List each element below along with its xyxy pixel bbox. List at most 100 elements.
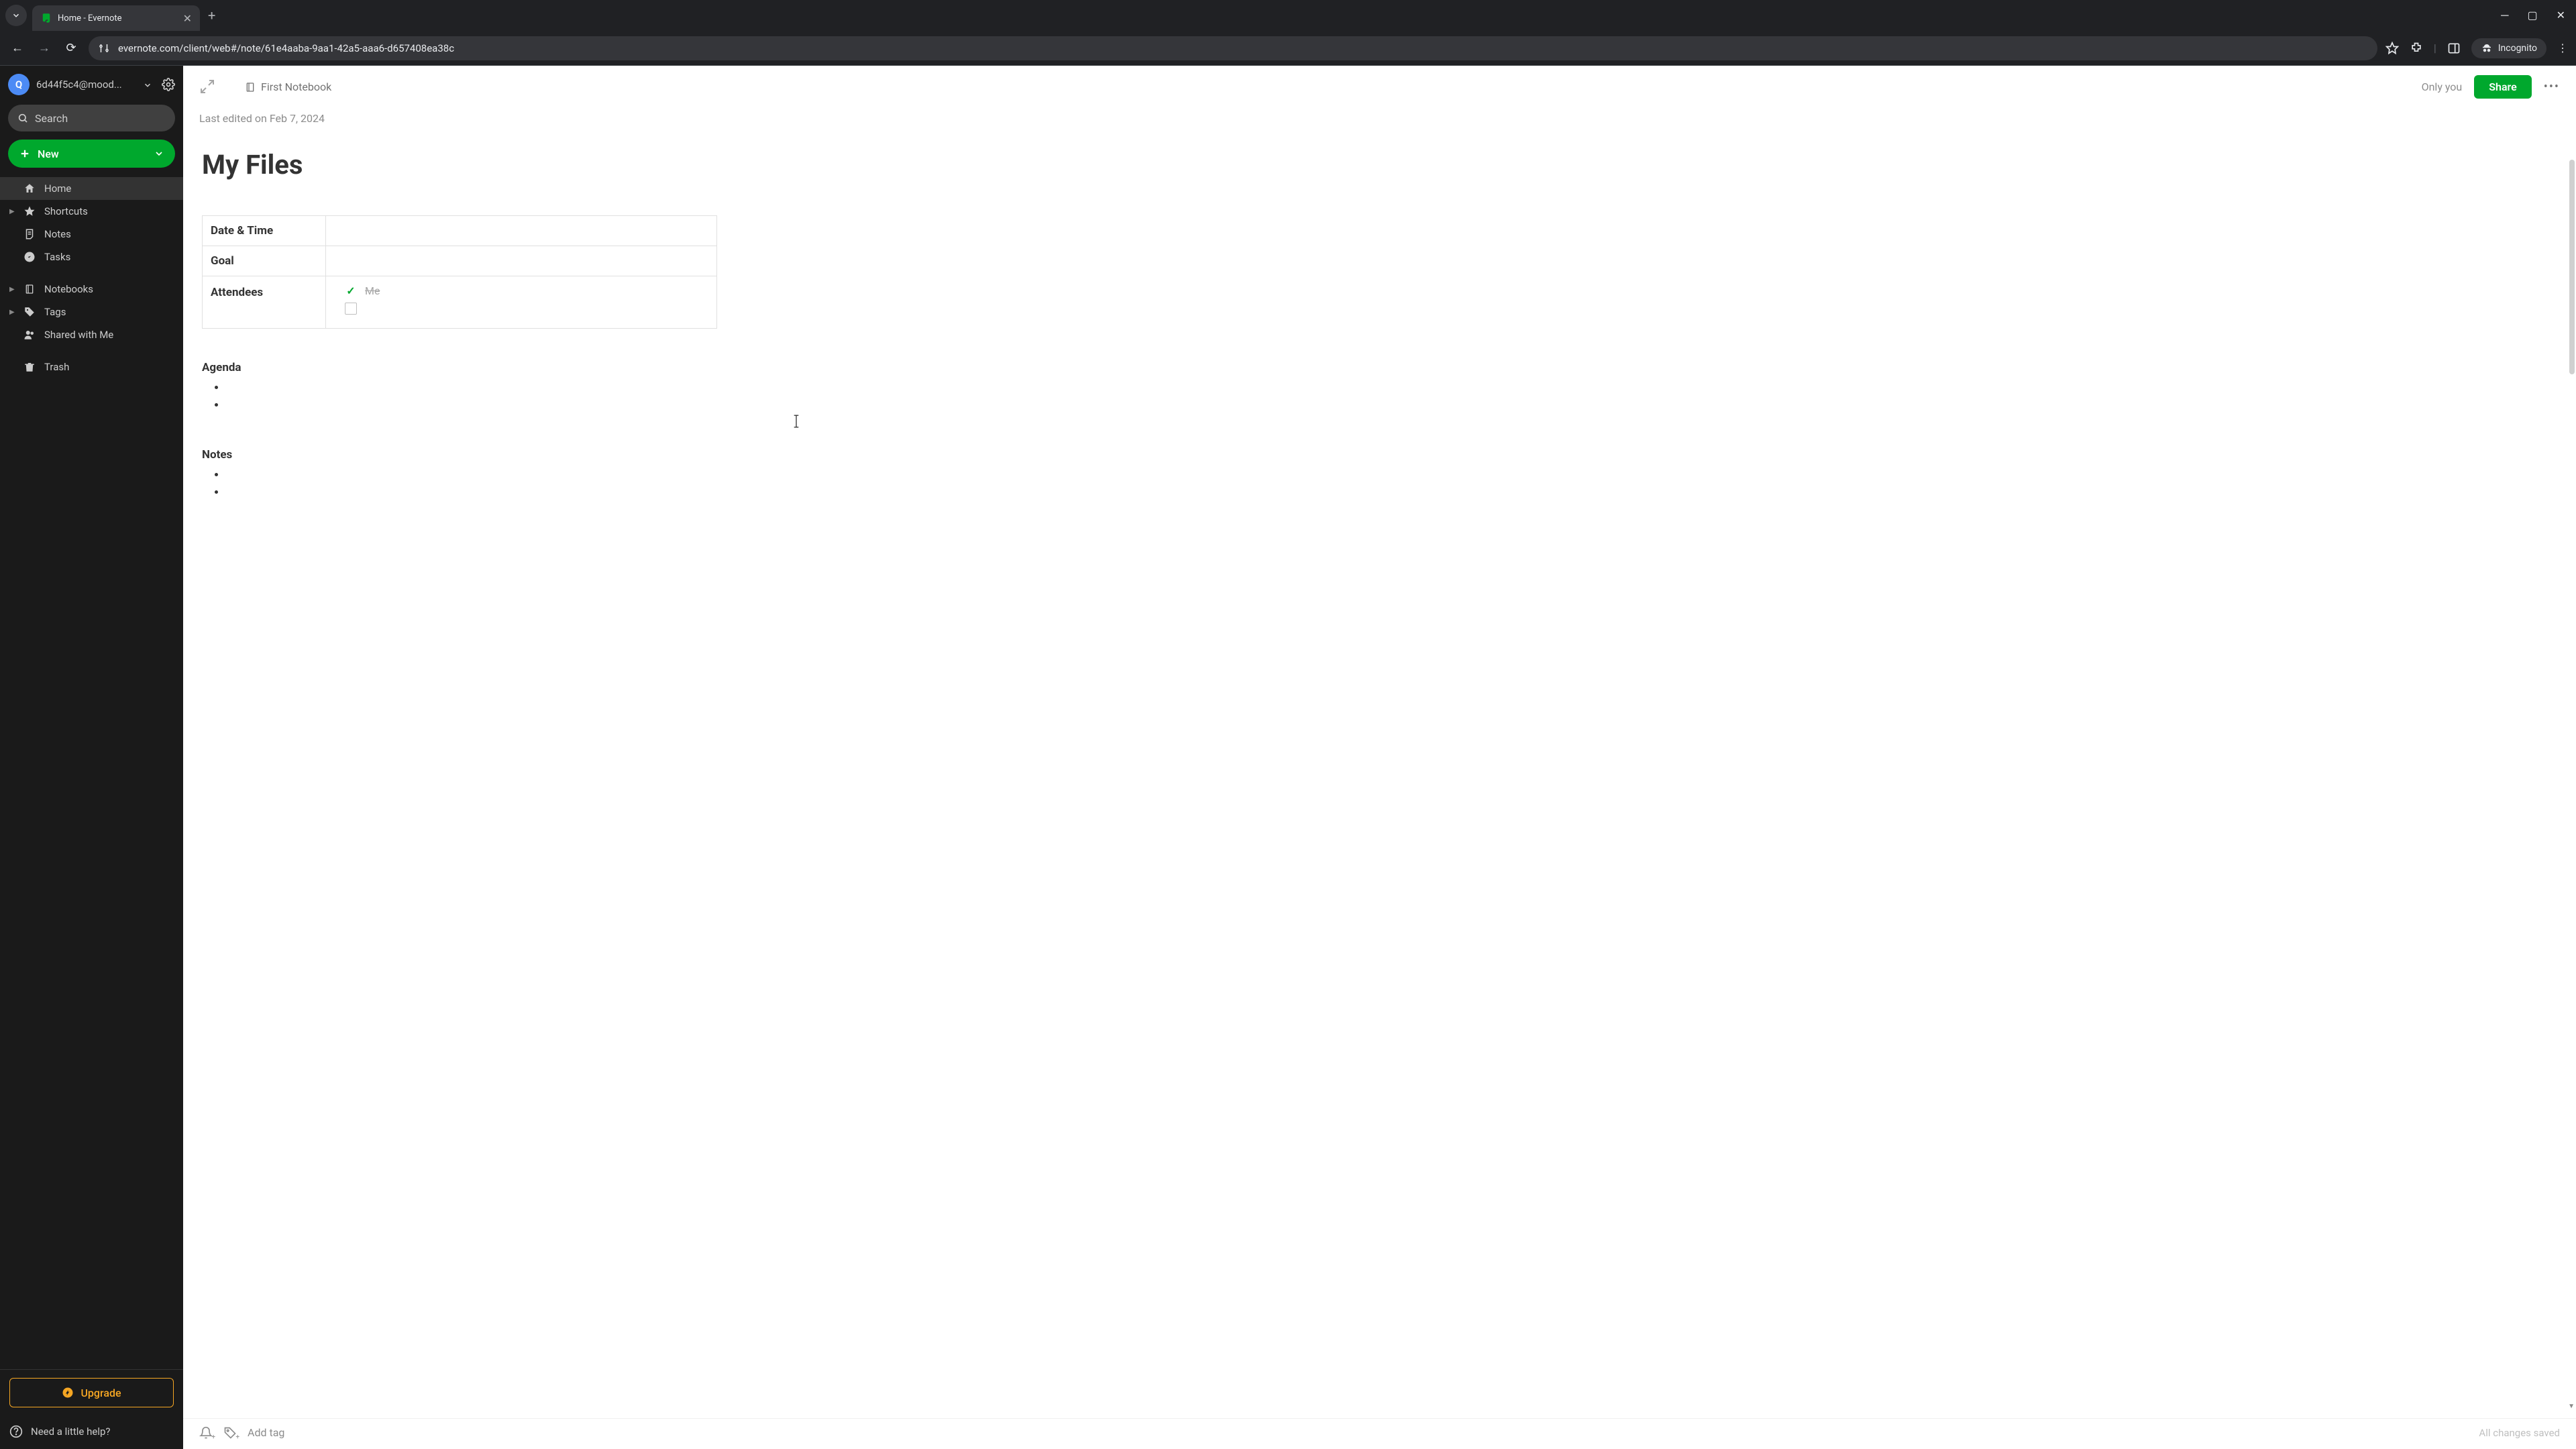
- upgrade-button[interactable]: Upgrade: [9, 1378, 174, 1407]
- sidebar-item-label: Shared with Me: [44, 329, 113, 341]
- avatar[interactable]: Q: [8, 74, 30, 95]
- sidebar-item-shared[interactable]: Shared with Me: [0, 323, 183, 346]
- table-row: Attendees ✓ Me: [203, 276, 716, 328]
- list-item[interactable]: [226, 486, 2557, 503]
- notes-list[interactable]: [202, 468, 2557, 503]
- save-status: All changes saved: [2479, 1427, 2560, 1439]
- maximize-icon[interactable]: ▢: [2527, 9, 2537, 22]
- bookmark-icon[interactable]: [2385, 41, 2399, 55]
- account-dropdown-icon[interactable]: [143, 78, 152, 91]
- tag-icon: [23, 306, 36, 318]
- list-item[interactable]: [226, 398, 2557, 416]
- plus-icon: [19, 148, 31, 160]
- note-title[interactable]: My Files: [202, 149, 2557, 180]
- sidebar-item-trash[interactable]: Trash: [0, 356, 183, 378]
- sidebar: Q 6d44f5c4@mood... Search New: [0, 66, 183, 1449]
- help-link[interactable]: Need a little help?: [0, 1418, 183, 1449]
- note-body[interactable]: My Files Date & Time Goal Attendees ✓: [183, 125, 2576, 1418]
- nav-list: Home ▶ Shortcuts Notes Tasks ▶ Note: [0, 177, 183, 1357]
- text-cursor-icon: [792, 412, 802, 427]
- new-button-label: New: [38, 148, 59, 160]
- meta-value-goal[interactable]: [326, 246, 716, 276]
- sidebar-item-label: Notes: [44, 228, 71, 240]
- help-label: Need a little help?: [31, 1426, 110, 1438]
- tab-search-dropdown[interactable]: [5, 5, 27, 26]
- search-placeholder: Search: [35, 112, 68, 125]
- sharing-status[interactable]: Only you: [2422, 80, 2463, 93]
- list-item[interactable]: [226, 381, 2557, 398]
- sidebar-item-home[interactable]: Home: [0, 177, 183, 200]
- close-window-icon[interactable]: ✕: [2557, 9, 2565, 22]
- back-button[interactable]: ←: [8, 41, 27, 55]
- side-panel-icon[interactable]: [2447, 41, 2461, 55]
- sidebar-item-label: Tasks: [44, 251, 70, 263]
- minimize-icon[interactable]: ─: [2501, 9, 2508, 22]
- checkbox-checked-icon[interactable]: ✓: [345, 285, 357, 297]
- star-icon: [23, 205, 36, 217]
- scroll-thumb[interactable]: [2569, 160, 2575, 374]
- meta-label-goal: Goal: [203, 246, 326, 276]
- add-tag-icon[interactable]: +: [223, 1426, 237, 1440]
- tasks-icon: [23, 251, 36, 263]
- sidebar-item-notebooks[interactable]: ▶ Notebooks: [0, 278, 183, 301]
- tab-close-icon[interactable]: ✕: [183, 12, 192, 25]
- expand-triangle-icon[interactable]: ▶: [9, 286, 15, 293]
- chevron-down-icon: [154, 148, 164, 159]
- scroll-down-arrow-icon[interactable]: ▼: [2568, 1403, 2575, 1410]
- sidebar-item-notes[interactable]: Notes: [0, 223, 183, 246]
- upgrade-label: Upgrade: [80, 1387, 121, 1399]
- table-row: Goal: [203, 246, 716, 276]
- checkbox-empty-icon[interactable]: [345, 303, 357, 315]
- evernote-favicon-icon: [40, 12, 52, 24]
- expand-triangle-icon[interactable]: ▶: [9, 309, 15, 316]
- add-reminder-icon[interactable]: +: [199, 1426, 213, 1440]
- browser-url-bar: ← → ⟳ evernote.com/client/web#/note/61e4…: [0, 31, 2576, 66]
- checklist-item[interactable]: ✓ Me: [345, 284, 698, 297]
- search-icon: [17, 113, 28, 123]
- share-button-label: Share: [2489, 80, 2517, 93]
- note-toolbar: First Notebook Only you Share •••: [183, 66, 2576, 108]
- incognito-label: Incognito: [2498, 43, 2537, 54]
- meta-value-date[interactable]: [326, 216, 716, 246]
- home-icon: [23, 182, 36, 195]
- note-icon: [23, 228, 36, 240]
- meta-table: Date & Time Goal Attendees ✓ Me: [202, 215, 717, 329]
- browser-menu-icon[interactable]: ⋮: [2557, 42, 2568, 54]
- agenda-list[interactable]: [202, 381, 2557, 416]
- share-button[interactable]: Share: [2474, 75, 2532, 99]
- more-actions-icon[interactable]: •••: [2544, 80, 2560, 94]
- scrollbar[interactable]: [2569, 160, 2575, 428]
- new-tab-button[interactable]: +: [208, 7, 215, 23]
- account-email[interactable]: 6d44f5c4@mood...: [36, 78, 136, 91]
- sidebar-item-label: Notebooks: [44, 283, 93, 295]
- add-tag-input[interactable]: Add tag: [248, 1426, 284, 1439]
- reload-button[interactable]: ⟳: [62, 41, 80, 55]
- site-settings-icon[interactable]: [98, 42, 110, 54]
- checklist-item[interactable]: [345, 303, 698, 315]
- window-controls: ─ ▢ ✕: [2501, 9, 2571, 22]
- extensions-icon[interactable]: [2410, 41, 2423, 55]
- expand-note-icon[interactable]: [199, 78, 217, 96]
- address-bar[interactable]: evernote.com/client/web#/note/61e4aaba-9…: [89, 36, 2377, 60]
- search-input[interactable]: Search: [8, 105, 175, 131]
- sidebar-item-shortcuts[interactable]: ▶ Shortcuts: [0, 200, 183, 223]
- account-row: Q 6d44f5c4@mood...: [0, 66, 183, 105]
- sidebar-item-label: Trash: [44, 361, 69, 373]
- settings-gear-icon[interactable]: [162, 78, 175, 92]
- forward-button[interactable]: →: [35, 41, 54, 55]
- meta-value-attendees[interactable]: ✓ Me: [326, 276, 716, 328]
- sidebar-item-tasks[interactable]: Tasks: [0, 246, 183, 268]
- sidebar-item-label: Tags: [44, 306, 66, 318]
- last-edited-label: Last edited on Feb 7, 2024: [183, 108, 2576, 125]
- new-button[interactable]: New: [8, 140, 175, 168]
- trash-icon: [23, 361, 36, 373]
- expand-triangle-icon[interactable]: ▶: [9, 208, 15, 215]
- browser-tab[interactable]: Home - Evernote ✕: [32, 5, 200, 31]
- sidebar-item-tags[interactable]: ▶ Tags: [0, 301, 183, 323]
- attendee-name: Me: [365, 284, 380, 297]
- url-text: evernote.com/client/web#/note/61e4aaba-9…: [118, 42, 454, 54]
- incognito-badge[interactable]: Incognito: [2471, 38, 2546, 58]
- shared-icon: [23, 329, 36, 341]
- list-item[interactable]: [226, 468, 2557, 486]
- notebook-breadcrumb[interactable]: First Notebook: [245, 80, 331, 93]
